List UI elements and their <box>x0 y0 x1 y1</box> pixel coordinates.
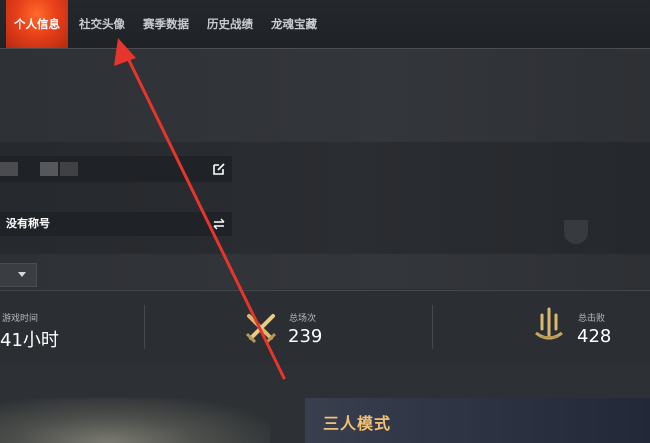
player-title-text: 没有称号 <box>6 217 50 230</box>
player-name-field <box>0 156 232 182</box>
top-tab-bar: 个人信息 社交头像 赛季数据 历史战绩 龙魂宝藏 <box>0 0 650 49</box>
mode-card-trio[interactable]: 三人模式 <box>305 398 650 443</box>
mode-card-left[interactable] <box>0 398 270 443</box>
trident-icon <box>535 307 563 340</box>
stat-value-total-kills: 428 <box>577 326 612 347</box>
tab-dragon-treasure[interactable]: 龙魂宝藏 <box>262 0 326 48</box>
chevron-down-icon <box>18 272 26 277</box>
tab-personal-info[interactable]: 个人信息 <box>6 0 68 48</box>
tab-match-history[interactable]: 历史战绩 <box>198 0 262 48</box>
tab-season-data[interactable]: 赛季数据 <box>134 0 198 48</box>
tab-social-avatar[interactable]: 社交头像 <box>70 0 134 48</box>
stat-value-play-time: 41小时 <box>0 330 59 351</box>
crossed-swords-icon <box>245 314 277 344</box>
divider <box>432 305 433 349</box>
mode-label-trio: 三人模式 <box>323 414 392 433</box>
stats-row: 游戏时间 41小时 总场次 239 总击败 428 <box>0 290 650 366</box>
rank-badge-icon <box>564 220 588 244</box>
region-dropdown[interactable] <box>0 263 37 287</box>
stat-label-total-matches: 总场次 <box>289 314 317 324</box>
blurred-name <box>60 162 78 176</box>
swap-icon[interactable] <box>212 217 226 231</box>
divider <box>144 305 145 349</box>
stat-label-total-kills: 总击败 <box>578 314 606 324</box>
stat-value-total-matches: 239 <box>288 326 323 347</box>
blurred-name <box>0 162 18 176</box>
stat-label-play-time: 游戏时间 <box>2 314 39 324</box>
edit-icon[interactable] <box>212 162 226 176</box>
player-title-field: 没有称号 <box>0 212 232 236</box>
blurred-name <box>40 162 58 176</box>
